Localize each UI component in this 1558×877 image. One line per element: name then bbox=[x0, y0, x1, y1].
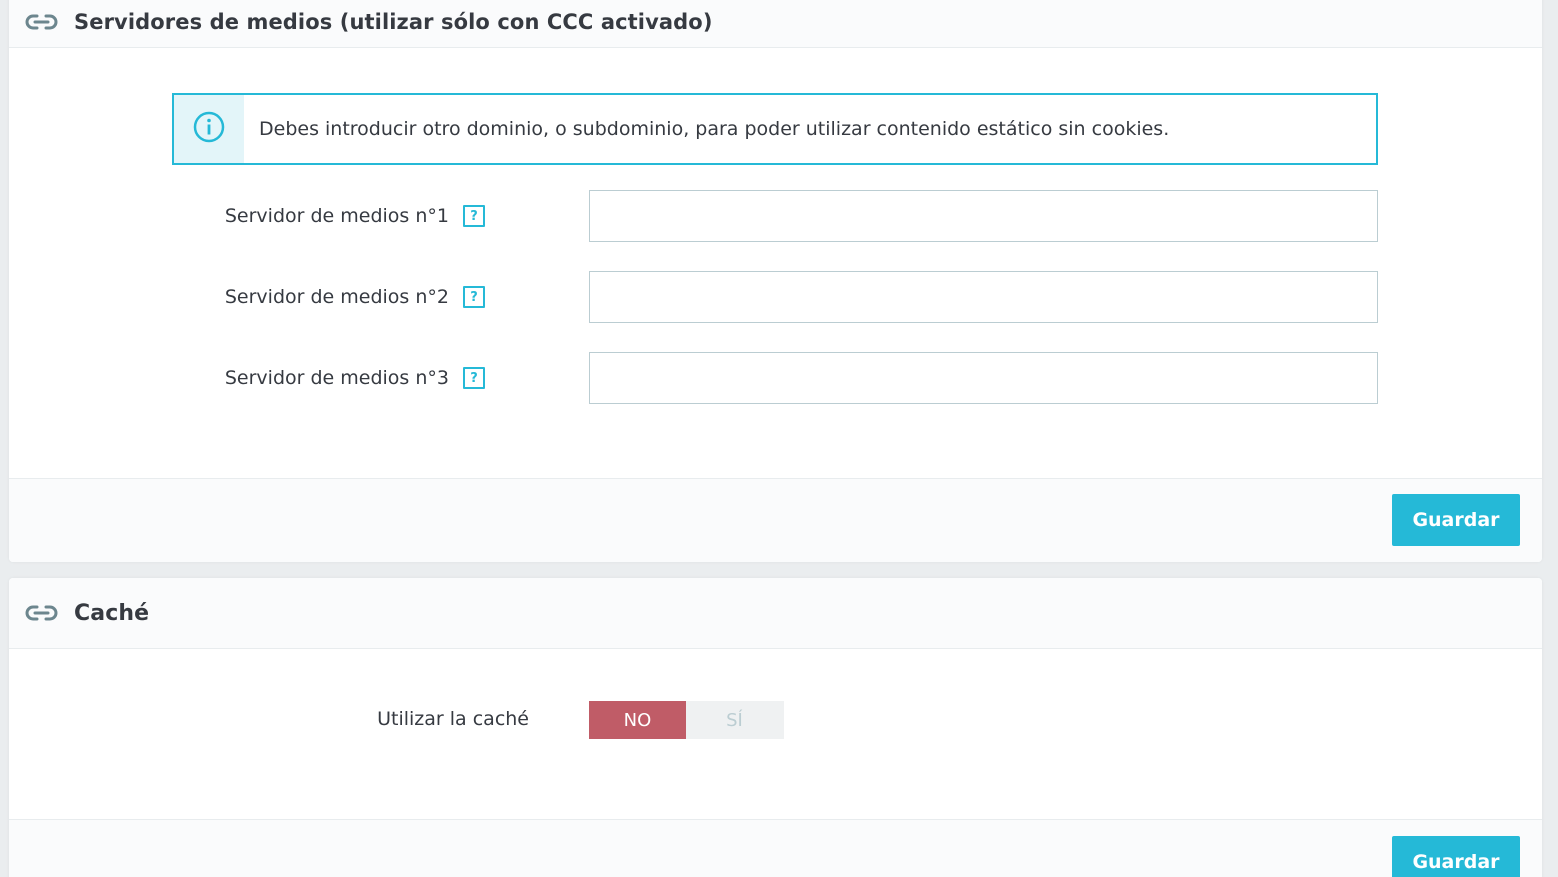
media-server-1-input[interactable] bbox=[589, 190, 1378, 242]
help-icon[interactable]: ? bbox=[463, 367, 485, 389]
media-server-2-label-text: Servidor de medios n°2 bbox=[224, 286, 449, 308]
media-server-3-label: Servidor de medios n°3 ? bbox=[225, 352, 485, 404]
use-cache-switch[interactable]: NO SÍ bbox=[589, 701, 784, 739]
media-server-3-label-text: Servidor de medios n°3 bbox=[224, 367, 449, 389]
media-servers-heading: Servidores de medios (utilizar sólo con … bbox=[9, 0, 1542, 48]
media-server-1-label-text: Servidor de medios n°1 bbox=[224, 205, 449, 227]
page: Servidores de medios (utilizar sólo con … bbox=[0, 0, 1558, 877]
media-server-1-label: Servidor de medios n°1 ? bbox=[225, 190, 485, 242]
save-button[interactable]: Guardar bbox=[1392, 494, 1520, 546]
help-icon[interactable]: ? bbox=[463, 286, 485, 308]
media-server-2-input[interactable] bbox=[589, 271, 1378, 323]
alert-text: Debes introducir otro dominio, o subdomi… bbox=[259, 118, 1170, 140]
form-row-media-server-2: Servidor de medios n°2 ? bbox=[9, 271, 1542, 323]
media-server-3-input[interactable] bbox=[589, 352, 1378, 404]
info-icon bbox=[192, 110, 226, 148]
link-icon bbox=[25, 602, 58, 624]
media-servers-title: Servidores de medios (utilizar sólo con … bbox=[74, 9, 713, 34]
switch-option-no[interactable]: NO bbox=[589, 701, 686, 739]
form-row-media-server-3: Servidor de medios n°3 ? bbox=[9, 352, 1542, 404]
media-servers-footer: Guardar bbox=[9, 478, 1542, 562]
cache-heading: Caché bbox=[9, 578, 1542, 649]
cache-title: Caché bbox=[74, 600, 150, 626]
cache-footer: Guardar bbox=[9, 819, 1542, 877]
use-cache-label: Utilizar la caché bbox=[377, 708, 529, 730]
link-icon bbox=[25, 11, 58, 33]
form-row-media-server-1: Servidor de medios n°1 ? bbox=[9, 190, 1542, 242]
media-server-2-label: Servidor de medios n°2 ? bbox=[225, 271, 485, 323]
media-servers-panel: Servidores de medios (utilizar sólo con … bbox=[9, 0, 1542, 562]
info-alert: Debes introducir otro dominio, o subdomi… bbox=[172, 93, 1378, 165]
help-icon[interactable]: ? bbox=[463, 205, 485, 227]
save-button[interactable]: Guardar bbox=[1392, 836, 1520, 877]
alert-icon-box bbox=[174, 95, 244, 163]
cache-panel: Caché Utilizar la caché NO SÍ Guardar bbox=[9, 578, 1542, 877]
switch-option-yes[interactable]: SÍ bbox=[686, 701, 783, 739]
